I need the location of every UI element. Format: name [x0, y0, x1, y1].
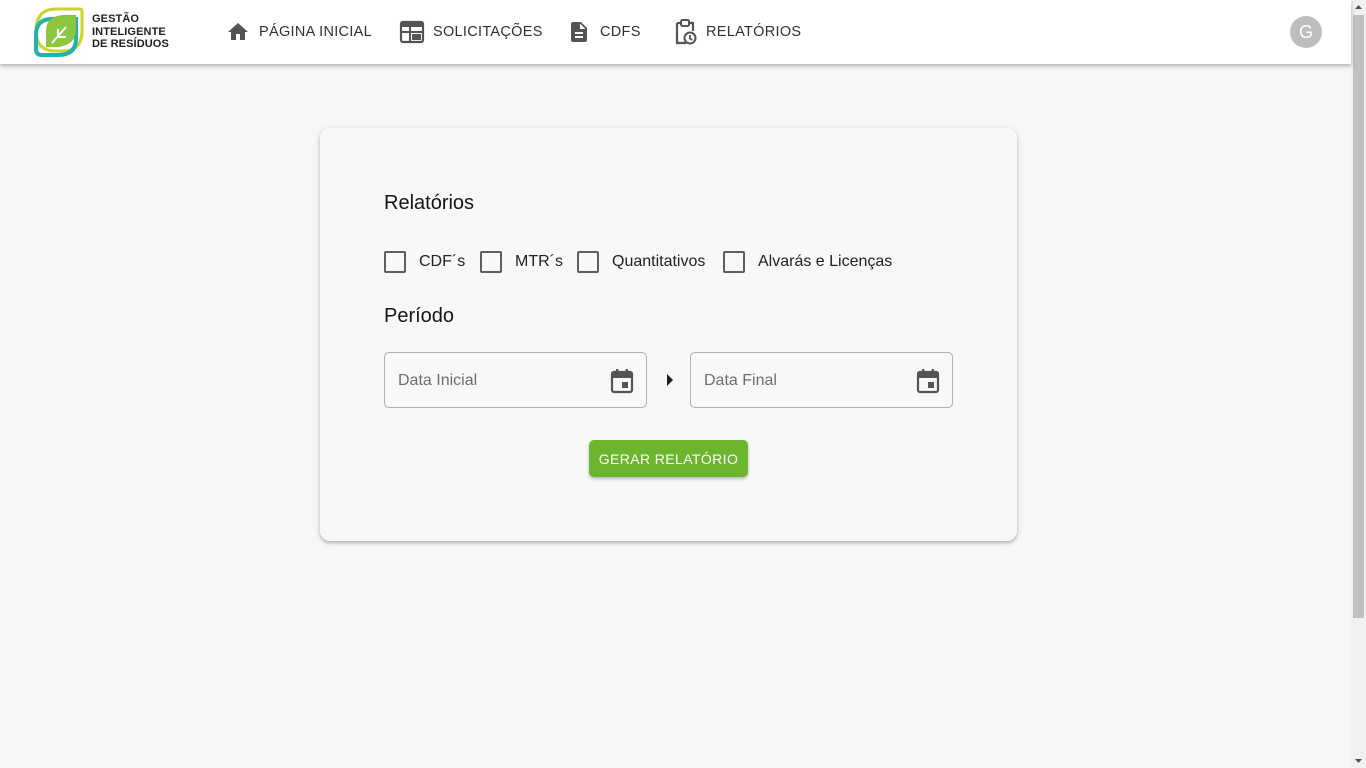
- app-root: GESTÃO INTELIGENTE DE RESÍDUOS PÁGINA IN…: [0, 0, 1366, 768]
- generate-report-button[interactable]: GERAR RELATÓRIO: [589, 440, 748, 477]
- scroll-up-arrow-icon[interactable]: [1351, 0, 1366, 15]
- arrow-right-icon: [665, 373, 675, 387]
- nav-item-label: RELATÓRIOS: [706, 24, 802, 40]
- clipboard-clock-icon: [672, 19, 698, 45]
- reports-title: Relatórios: [384, 192, 475, 214]
- checkbox-quantitativos[interactable]: Quantitativos: [577, 250, 705, 274]
- reports-card: Relatórios CDF´s MTR´s Quantitativos Alv…: [320, 128, 1017, 541]
- scroll-down-arrow-icon[interactable]: [1351, 753, 1366, 768]
- nav-item-requests[interactable]: SOLICITAÇÕES: [399, 18, 543, 46]
- checkbox-mtrs[interactable]: MTR´s: [480, 250, 563, 274]
- nav-item-label: SOLICITAÇÕES: [433, 24, 543, 40]
- top-app-bar: GESTÃO INTELIGENTE DE RESÍDUOS PÁGINA IN…: [0, 0, 1351, 64]
- checkbox-label: CDF´s: [419, 253, 466, 270]
- brand-line-1: GESTÃO: [92, 13, 140, 25]
- checkbox-cdfs[interactable]: CDF´s: [384, 250, 465, 274]
- scrollbar-thumb[interactable]: [1353, 15, 1364, 618]
- end-date-input[interactable]: [704, 369, 904, 393]
- calendar-icon[interactable]: [916, 368, 940, 394]
- brand-line-2: INTELIGENTE: [92, 25, 166, 38]
- checkbox-box[interactable]: [480, 251, 502, 273]
- user-avatar[interactable]: G: [1290, 16, 1322, 48]
- table-icon: [399, 19, 425, 45]
- calendar-icon[interactable]: [610, 368, 634, 394]
- checkbox-alvaras-licencas[interactable]: Alvarás e Licenças: [723, 250, 892, 274]
- nav-item-home[interactable]: PÁGINA INICIAL: [225, 18, 372, 46]
- nav-item-label: PÁGINA INICIAL: [259, 24, 372, 40]
- checkbox-box[interactable]: [577, 251, 599, 273]
- brand-line-3: DE RESÍDUOS: [92, 38, 169, 50]
- brand-logo[interactable]: GESTÃO INTELIGENTE DE RESÍDUOS: [32, 7, 172, 57]
- checkbox-box[interactable]: [723, 251, 745, 273]
- nav-item-cdfs[interactable]: CDFS: [566, 18, 641, 46]
- checkbox-label: Alvarás e Licenças: [758, 253, 893, 270]
- document-icon: [566, 19, 592, 45]
- checkbox-box[interactable]: [384, 251, 406, 273]
- nav-item-label: CDFS: [600, 24, 641, 40]
- end-date-field[interactable]: [690, 352, 953, 408]
- home-icon: [225, 19, 251, 45]
- leaf-logo-icon: [34, 7, 84, 57]
- period-title: Período: [384, 305, 455, 327]
- start-date-input[interactable]: [398, 369, 598, 393]
- checkbox-label: MTR´s: [515, 253, 563, 270]
- start-date-field[interactable]: [384, 352, 647, 408]
- vertical-scrollbar[interactable]: [1351, 0, 1366, 768]
- checkbox-label: Quantitativos: [612, 253, 706, 270]
- nav-item-reports[interactable]: RELATÓRIOS: [672, 18, 801, 46]
- brand-wordmark: GESTÃO INTELIGENTE DE RESÍDUOS: [92, 13, 169, 51]
